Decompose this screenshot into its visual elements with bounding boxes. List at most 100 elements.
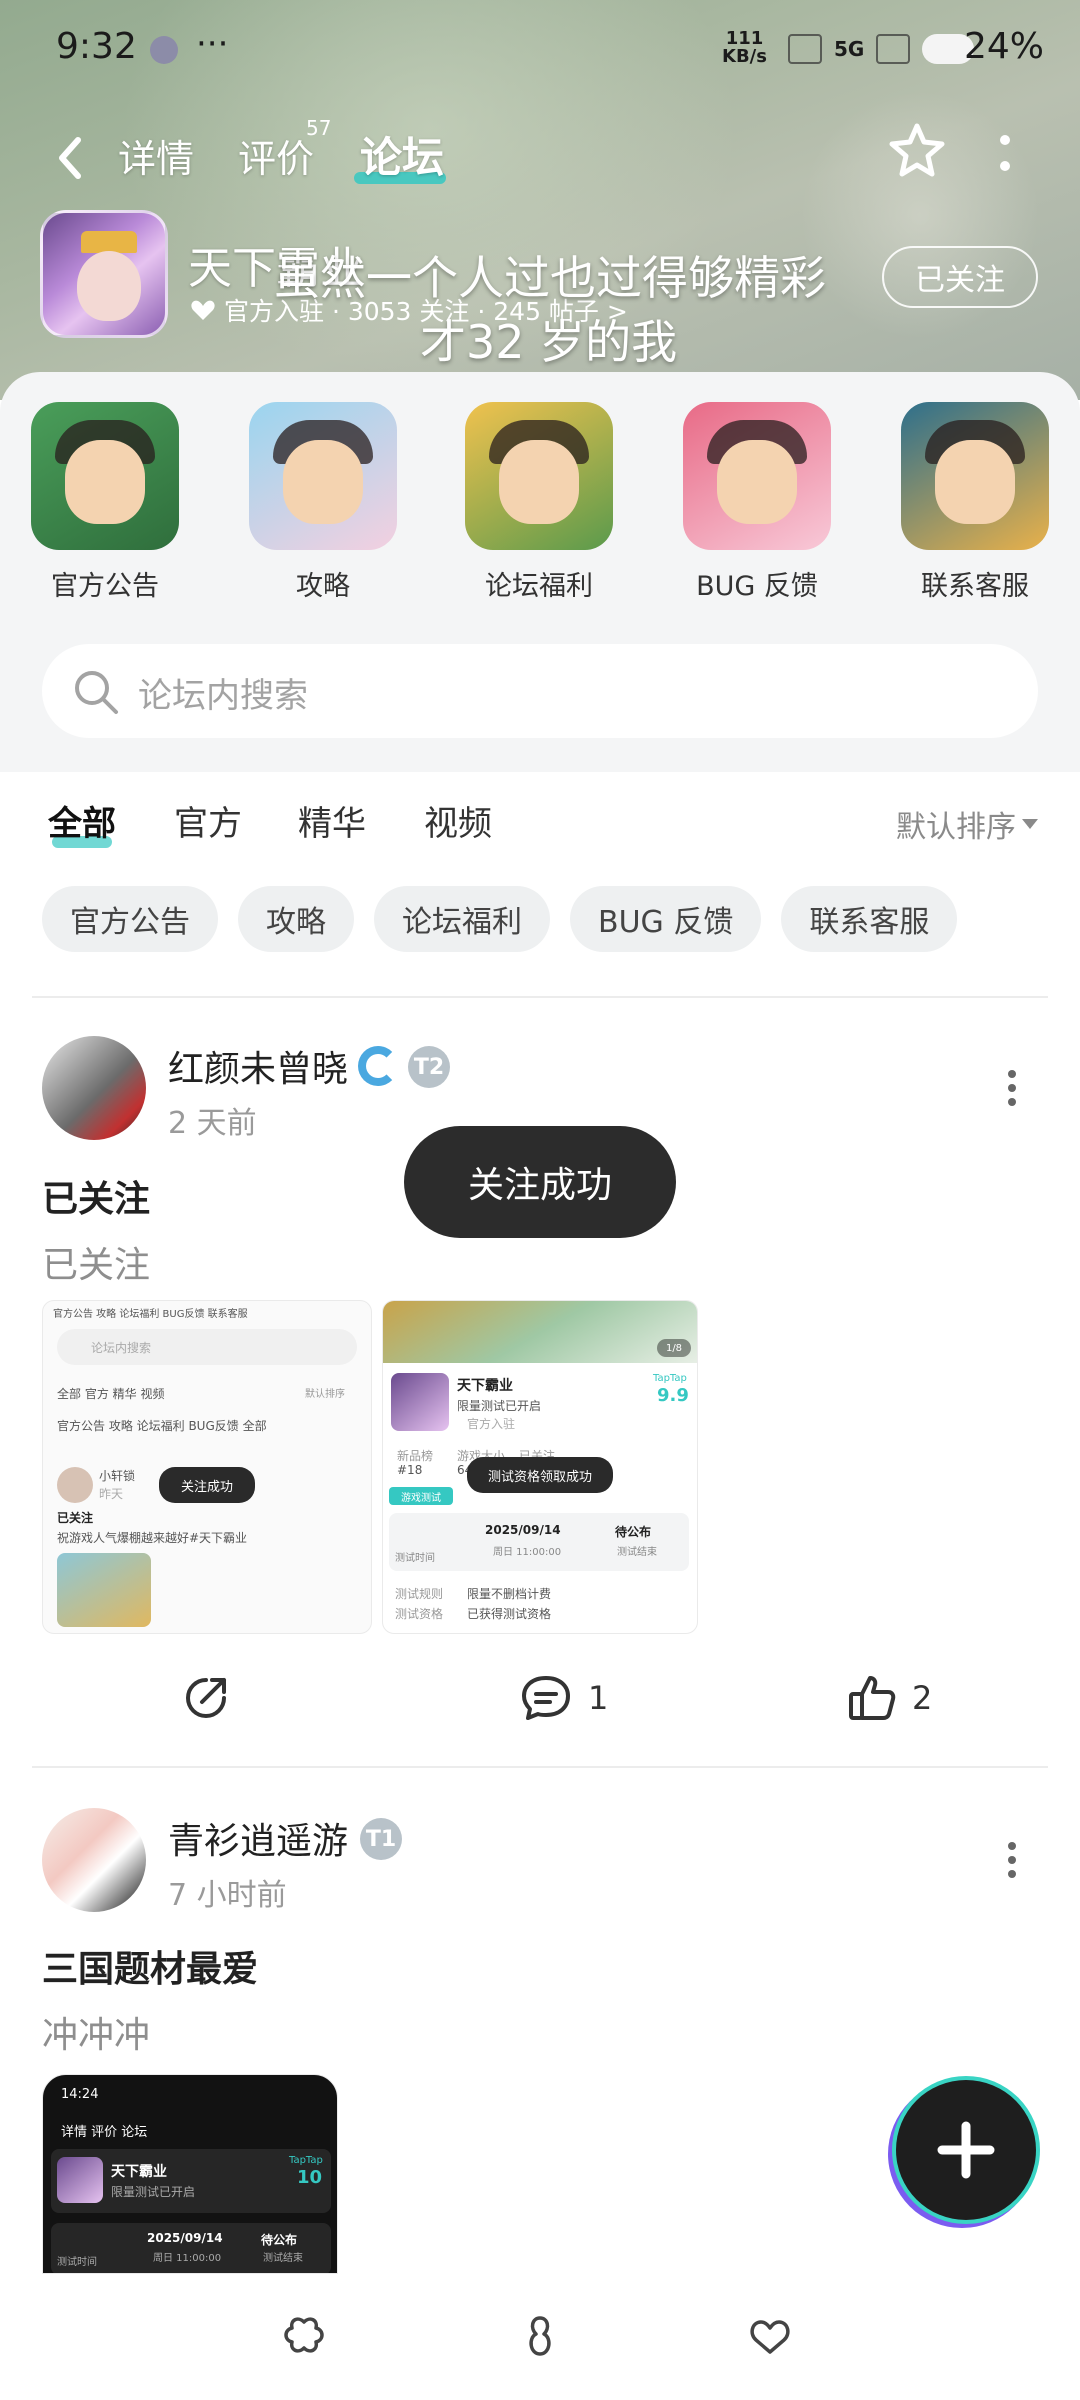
quick-link-label: 官方公告 (51, 571, 159, 602)
status-time: 9:32 (56, 26, 137, 67)
guide-character-icon (249, 402, 397, 550)
tab-forum[interactable]: 论坛 (360, 124, 444, 185)
thumb-pending: 待公布 (261, 2233, 298, 2247)
author-avatar[interactable] (42, 1808, 146, 1912)
thumb-tabs: 官方公告 攻略 论坛福利 BUG反馈 联系客服 (53, 1309, 248, 1320)
divider (32, 1766, 1048, 1768)
thumb-test-date: 2025/09/14 (485, 1523, 561, 1537)
thumb-test-date-sub: 周日 11:00:00 (153, 2253, 222, 2264)
post-more-button[interactable] (1000, 1068, 1024, 1108)
thumb-rule-label: 测试规则 (395, 1587, 444, 1601)
more-vertical-icon (1000, 135, 1010, 171)
like-count: 2 (912, 1679, 933, 1717)
thumb-rank: #18 (397, 1463, 423, 1477)
favorite-button[interactable] (886, 120, 948, 182)
status-icons: 5G (788, 34, 975, 64)
like-button[interactable]: 2 (846, 1672, 932, 1724)
quick-link-bug-report[interactable]: BUG 反馈 (682, 402, 832, 603)
comment-button[interactable]: 1 (518, 1672, 608, 1724)
author-name[interactable]: 红颜未曾晓 (168, 1040, 348, 1092)
bottom-navigation (0, 2276, 1080, 2400)
thumb-body: 祝游戏人气爆棚越来越好#天下霸业 (57, 1531, 248, 1545)
share-button[interactable] (180, 1672, 232, 1724)
post-body[interactable]: 已关注 (42, 1236, 150, 1288)
thumb-test-date-sub: 周日 11:00:00 (493, 1547, 562, 1558)
level-badge: T1 (360, 1818, 402, 1860)
video-caption-line-1: 虽然一个人过也过得够精彩 (274, 251, 826, 305)
thumb-test-time-label: 测试时间 (57, 2257, 97, 2268)
thumb-test-card: 测试时间 2025/09/14 周日 11:00:00 待公布 测试结束 (51, 2223, 331, 2273)
more-button[interactable] (990, 132, 1020, 176)
quick-link-benefits[interactable]: 论坛福利 (464, 402, 614, 603)
tab-reviews[interactable]: 评价 (238, 128, 314, 183)
post-time: 2 天前 (168, 1106, 257, 1141)
avatar-crown (81, 231, 137, 253)
signal-bars-icon (876, 34, 911, 64)
signal-icon: 5G (834, 37, 865, 61)
benefit-character-icon (465, 402, 613, 550)
quick-link-label: 联系客服 (921, 571, 1029, 602)
quick-link-support[interactable]: 联系客服 (900, 402, 1050, 603)
filter-tab-videos[interactable]: 视频 (424, 796, 492, 845)
filter-tab-all[interactable]: 全部 (48, 796, 116, 845)
chip-support[interactable]: 联系客服 (781, 886, 958, 952)
post-image-thumbnail[interactable]: 14:24 详情 评价 论坛 天下霸业 限量测试已开启 TapTap 10 测试… (42, 2074, 338, 2274)
top-navigation: 详情 评价 57 论坛 (0, 110, 1080, 200)
thumb-sort: 默认排序 (305, 1389, 345, 1400)
nav-discover-button[interactable] (516, 2312, 564, 2360)
chip-guides[interactable]: 攻略 (238, 886, 354, 952)
sort-dropdown[interactable]: 默认排序 (896, 802, 1038, 846)
thumb-toast: 测试资格领取成功 (467, 1457, 613, 1493)
thumb-test-time-label: 测试时间 (395, 1553, 435, 1564)
post-image-thumbnail[interactable]: 官方公告 攻略 论坛福利 BUG反馈 联系客服 论坛内搜索 全部 官方 精华 视… (42, 1300, 372, 1634)
thumb-score: 9.9 (657, 1385, 689, 1406)
search-input[interactable]: 论坛内搜索 (42, 644, 1038, 738)
nav-home-button[interactable] (280, 2312, 328, 2360)
support-character-icon (901, 402, 1049, 550)
review-count: 57 (306, 116, 332, 140)
post-more-button[interactable] (1000, 1840, 1024, 1880)
author-avatar[interactable] (42, 1036, 146, 1140)
more-vertical-icon (1008, 1070, 1016, 1106)
post-title[interactable]: 三国题材最爱 (42, 1940, 258, 1992)
post-body[interactable]: 冲冲冲 (42, 2006, 150, 2058)
forum-avatar[interactable] (40, 210, 168, 338)
nav-profile-button[interactable] (746, 2312, 794, 2360)
thumbs-up-icon (849, 1676, 896, 1720)
quick-link-guides[interactable]: 攻略 (248, 402, 398, 603)
status-bar: 9:32 ··· 111 KB/s 5G 24% (0, 0, 1080, 100)
post-image-thumbnail[interactable]: 1/8 天下霸业 限量测试已开启 官方入驻 TapTap 9.9 新品榜 #18… (382, 1300, 698, 1634)
chip-benefits[interactable]: 论坛福利 (374, 886, 550, 952)
level-badge: T2 (408, 1046, 450, 1088)
filter-tab-featured[interactable]: 精华 (298, 796, 366, 845)
follow-button[interactable]: 已关注 (882, 246, 1038, 308)
post-title[interactable]: 已关注 (42, 1170, 150, 1222)
thumb-avatar (57, 1467, 93, 1503)
chip-announcements[interactable]: 官方公告 (42, 886, 218, 952)
chip-bug-report[interactable]: BUG 反馈 (570, 886, 762, 952)
author-name[interactable]: 青衫逍遥游 (168, 1812, 348, 1864)
thumb-test-date: 2025/09/14 (147, 2231, 223, 2245)
create-post-button[interactable] (896, 2080, 1036, 2220)
quick-link-label: BUG 反馈 (696, 571, 818, 602)
heart-icon (191, 300, 215, 320)
search-placeholder: 论坛内搜索 (138, 676, 308, 716)
thumb-banner (383, 1301, 697, 1363)
thumb-user: 小轩锁 (99, 1469, 136, 1483)
thumb-pending: 待公布 (615, 1525, 652, 1539)
wrench-icon (150, 36, 178, 64)
avatar-face (77, 251, 141, 321)
creator-badge-icon (358, 1046, 398, 1086)
thumb-search-text: 论坛内搜索 (91, 1341, 152, 1355)
filter-tab-official[interactable]: 官方 (174, 796, 242, 845)
thumb-status-time: 14:24 (61, 2087, 99, 2102)
back-button[interactable] (50, 128, 90, 188)
star-icon (889, 123, 945, 177)
search-icon (75, 671, 118, 714)
thumb-image (57, 1553, 151, 1627)
quick-link-announcements[interactable]: 官方公告 (30, 402, 180, 603)
tab-details[interactable]: 详情 (118, 128, 194, 183)
thumb-search: 论坛内搜索 (57, 1329, 357, 1365)
category-chips: 官方公告 攻略 论坛福利 BUG 反馈 联系客服 (42, 886, 958, 952)
video-caption-line-2: 才32 岁的我 (420, 315, 678, 369)
